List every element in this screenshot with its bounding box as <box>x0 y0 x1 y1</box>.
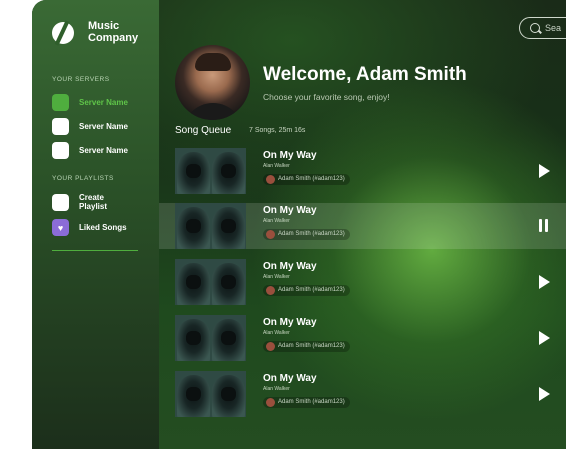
song-artist: Alan Walker <box>263 386 290 392</box>
sidebar-item-label: Server Name <box>79 146 128 155</box>
list-item[interactable]: On My Way Alan Walker Adam Smith (#adam1… <box>159 315 566 361</box>
app-window: Music Company YOUR SERVERS Server Name S… <box>32 0 566 449</box>
pause-icon <box>539 219 542 232</box>
list-item[interactable]: On My Way Alan Walker Adam Smith (#adam1… <box>159 203 566 249</box>
play-button[interactable] <box>539 387 551 401</box>
added-by-label: Adam Smith (#adam123) <box>278 231 345 237</box>
play-icon <box>539 331 550 345</box>
user-avatar-icon <box>266 342 275 351</box>
song-artist: Alan Walker <box>263 218 290 224</box>
album-art <box>175 148 246 194</box>
added-by-chip: Adam Smith (#adam123) <box>263 397 350 408</box>
server-icon <box>52 94 69 111</box>
playlists-section-label: YOUR PLAYLISTS <box>52 175 114 182</box>
album-art <box>175 315 246 361</box>
brand-line-2: Company <box>88 32 139 44</box>
queue-title: Song Queue <box>175 125 232 136</box>
sidebar-item-liked-songs[interactable]: ♥ Liked Songs <box>52 219 127 236</box>
create-playlist-button[interactable]: Create Playlist <box>52 193 107 211</box>
added-by-label: Adam Smith (#adam123) <box>278 176 345 182</box>
search-icon <box>530 23 540 33</box>
added-by-chip: Adam Smith (#adam123) <box>263 174 350 185</box>
avatar <box>175 45 250 120</box>
song-title: On My Way <box>263 150 317 161</box>
play-button[interactable] <box>539 331 551 345</box>
sidebar-item-label: Server Name <box>79 122 128 131</box>
list-item[interactable]: On My Way Alan Walker Adam Smith (#adam1… <box>159 259 566 305</box>
page-title: Welcome, Adam Smith <box>263 64 467 85</box>
album-art <box>175 259 246 305</box>
sidebar: Music Company YOUR SERVERS Server Name S… <box>32 0 159 449</box>
song-artist: Alan Walker <box>263 274 290 280</box>
sidebar-item-server-2[interactable]: Server Name <box>52 118 128 135</box>
user-avatar-icon <box>266 286 275 295</box>
play-icon <box>539 275 550 289</box>
sidebar-item-label: Liked Songs <box>79 223 127 232</box>
song-artist: Alan Walker <box>263 330 290 336</box>
song-artist: Alan Walker <box>263 163 290 169</box>
song-title: On My Way <box>263 205 317 216</box>
added-by-chip: Adam Smith (#adam123) <box>263 341 350 352</box>
page-subtitle: Choose your favorite song, enjoy! <box>263 92 390 102</box>
list-item[interactable]: On My Way Alan Walker Adam Smith (#adam1… <box>159 371 566 417</box>
added-by-label: Adam Smith (#adam123) <box>278 343 345 349</box>
server-icon <box>52 142 69 159</box>
added-by-label: Adam Smith (#adam123) <box>278 287 345 293</box>
sidebar-divider <box>52 250 138 251</box>
song-title: On My Way <box>263 317 317 328</box>
music-logo-icon <box>52 22 74 44</box>
brand-name: Music Company <box>88 20 158 44</box>
servers-section-label: YOUR SERVERS <box>52 76 110 83</box>
album-art <box>175 371 246 417</box>
sidebar-item-server-1[interactable]: Server Name <box>52 94 128 111</box>
play-button[interactable] <box>539 275 551 289</box>
song-title: On My Way <box>263 373 317 384</box>
play-button[interactable] <box>539 164 551 178</box>
search-placeholder: Sea <box>545 23 562 33</box>
pause-icon <box>545 219 548 232</box>
sidebar-item-label: Server Name <box>79 98 128 107</box>
album-art <box>175 203 246 249</box>
user-avatar-icon <box>266 230 275 239</box>
server-icon <box>52 118 69 135</box>
added-by-label: Adam Smith (#adam123) <box>278 399 345 405</box>
pause-button[interactable] <box>539 219 551 233</box>
added-by-chip: Adam Smith (#adam123) <box>263 229 350 240</box>
sidebar-item-server-3[interactable]: Server Name <box>52 142 128 159</box>
song-title: On My Way <box>263 261 317 272</box>
user-avatar-icon <box>266 398 275 407</box>
play-icon <box>539 164 550 178</box>
queue-meta: 7 Songs, 25m 16s <box>249 127 306 134</box>
user-avatar-icon <box>266 175 275 184</box>
list-item[interactable]: On My Way Alan Walker Adam Smith (#adam1… <box>159 148 566 194</box>
heart-icon: ♥ <box>52 219 69 236</box>
brand-line-1: Music <box>88 20 120 32</box>
sidebar-item-label: Create Playlist <box>79 193 108 211</box>
play-icon <box>539 387 550 401</box>
search-input[interactable]: Sea <box>519 17 566 39</box>
added-by-chip: Adam Smith (#adam123) <box>263 285 350 296</box>
create-playlist-icon <box>52 193 69 211</box>
